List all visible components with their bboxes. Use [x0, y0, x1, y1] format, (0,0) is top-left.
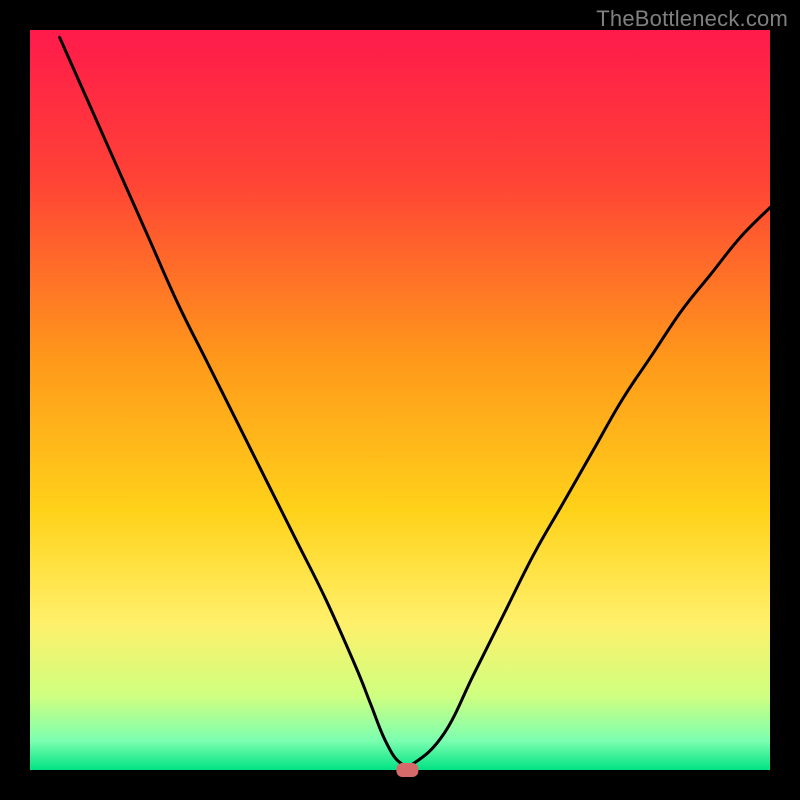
minimum-marker — [396, 763, 418, 777]
bottleneck-chart — [0, 0, 800, 800]
watermark-text: TheBottleneck.com — [596, 6, 788, 32]
chart-frame: TheBottleneck.com — [0, 0, 800, 800]
plot-area — [30, 30, 770, 770]
